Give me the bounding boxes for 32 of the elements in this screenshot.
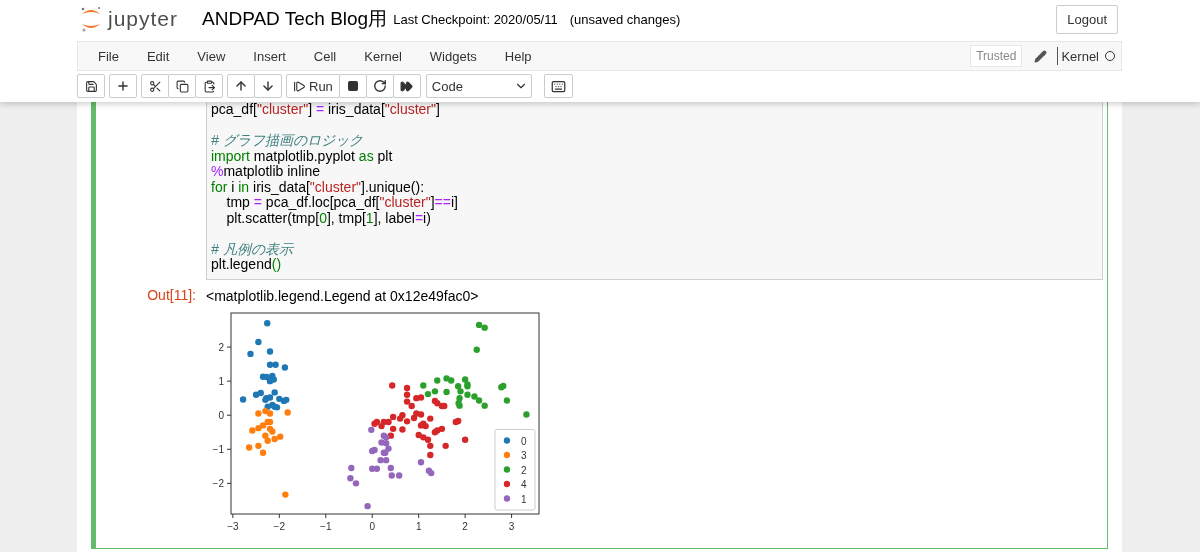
- x-tick-label: −1: [320, 520, 332, 532]
- autosave-status: (unsaved changes): [569, 11, 681, 27]
- x-tick-label: 3: [508, 520, 515, 532]
- y-tick-label: 1: [218, 375, 224, 387]
- code-line: tmp = pca_df.loc[pca_df["cluster"]==i]: [225, 195, 459, 211]
- y-tick-label: −1: [212, 443, 224, 455]
- x-tick-label: −2: [273, 520, 285, 532]
- x-tick-label: 1: [415, 520, 422, 532]
- kernel-name: Kernel: [1061, 48, 1099, 64]
- code-line: # グラフ描画のロジック: [211, 133, 364, 149]
- y-tick-label: 0: [218, 409, 224, 421]
- x-tick-label: 0: [369, 520, 375, 532]
- code-line: import matplotlib.pyplot as plt: [211, 148, 394, 164]
- last-checkpoint: Last Checkpoint: 2020/05/11: [393, 11, 558, 27]
- y-tick-label: 2: [218, 341, 224, 353]
- jupyter-logo-text: jupyter: [108, 7, 179, 31]
- x-tick-label: 2: [462, 520, 468, 532]
- output-text: <matplotlib.legend.Legend at 0x12e49fac0>: [206, 286, 480, 304]
- legend-label: 0: [521, 435, 527, 446]
- code-line: for i in iris_data["cluster"].unique():: [211, 179, 426, 195]
- code-line: # 凡例の表示: [211, 241, 295, 257]
- legend-label: 4: [521, 478, 527, 490]
- legend-label: 2: [521, 464, 527, 475]
- output-prompt: Out[11]:: [147, 286, 196, 305]
- legend-label: 1: [521, 493, 527, 504]
- code-line: plt.scatter(tmp[0], tmp[1], label=i): [225, 210, 431, 226]
- y-tick-label: −2: [212, 477, 224, 489]
- x-tick-label: −3: [227, 520, 239, 532]
- code-line: pca_df["cluster"] = iris_data["cluster"]: [211, 102, 441, 118]
- code-line: %matplotlib inline: [211, 164, 320, 180]
- legend-label: 3: [521, 449, 527, 461]
- code-line: plt.legend(): [211, 257, 283, 273]
